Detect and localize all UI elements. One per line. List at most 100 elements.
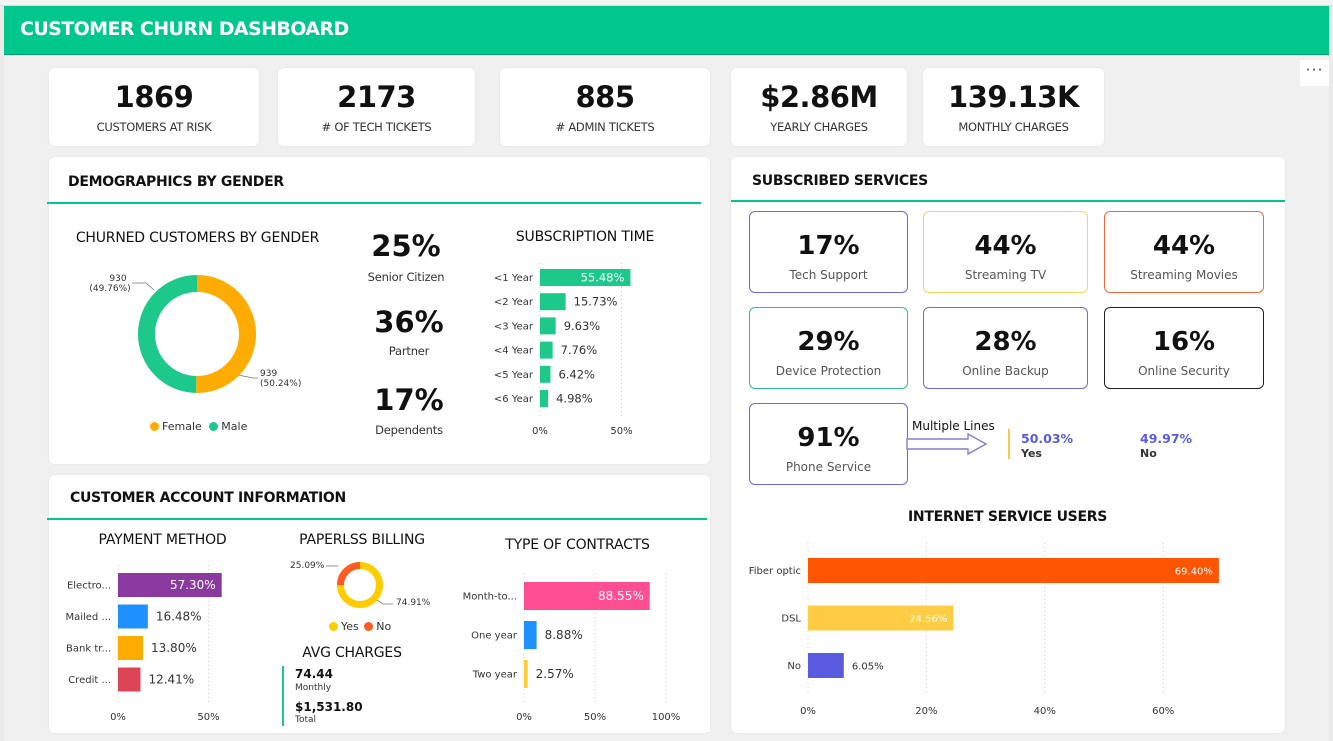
tile-value: 28% xyxy=(974,327,1037,357)
category-label: <4 Year xyxy=(494,346,534,357)
contracts-bar-chart: Month-to... 88.55% One year 8.88% Two year 2.… xyxy=(463,573,681,723)
tile-value: 44% xyxy=(974,231,1037,261)
streaming-tv-tile: 44% Streaming TV xyxy=(923,211,1088,293)
kpi-label: YEARLY CHARGES xyxy=(770,120,868,134)
axis-tick-label: 20% xyxy=(915,706,937,717)
data-label: 24.56% xyxy=(909,614,947,625)
kpi-yearly-charges: $2.86M YEARLY CHARGES xyxy=(731,68,907,146)
bar xyxy=(524,621,537,649)
axis-tick-label: 50% xyxy=(610,426,632,437)
online-security-tile: 16% Online Security xyxy=(1104,307,1264,389)
kpi-value: 139.13K xyxy=(948,80,1079,114)
section-divider xyxy=(731,200,1285,202)
kpi-label: MONTHLY CHARGES xyxy=(958,120,1069,134)
page-title: CUSTOMER CHURN DASHBOARD xyxy=(20,18,349,40)
data-label: 9.63% xyxy=(564,319,601,333)
axis-tick-label: 60% xyxy=(1152,706,1174,717)
bar xyxy=(524,660,528,688)
data-label: 2.57% xyxy=(536,667,574,681)
category-label: <1 Year xyxy=(494,273,534,284)
demographics-title: DEMOGRAPHICS BY GENDER xyxy=(68,174,284,190)
data-label: 15.73% xyxy=(574,295,618,309)
axis-tick-label: 0% xyxy=(110,712,126,723)
internet-title: INTERNET SERVICE USERS xyxy=(908,509,1107,525)
female-leader-line xyxy=(237,374,258,379)
kpi-label: CUSTOMERS AT RISK xyxy=(96,120,212,134)
paperless-donut-chart: 25.09% 74.91% xyxy=(290,561,431,608)
category-label: Bank tr... xyxy=(66,644,111,655)
category-label: One year xyxy=(471,631,518,642)
ml-yes-label: Yes xyxy=(1021,447,1042,460)
paperless-no-pct: 25.09% xyxy=(290,561,325,571)
tile-value: 91% xyxy=(797,423,860,453)
bar xyxy=(540,365,551,383)
data-label: 13.80% xyxy=(151,641,197,655)
axis-tick-label: 100% xyxy=(652,712,681,723)
online-backup-tile: 28% Online Backup xyxy=(923,307,1088,389)
kpi-monthly-charges: 139.13K MONTHLY CHARGES xyxy=(923,68,1104,146)
phone-service-tile: 91% Phone Service xyxy=(749,403,908,485)
female-pct-label: (50.24%) xyxy=(260,379,301,389)
payment-bar-chart: Electro... 57.30% Mailed ... 16.48% Bank tr.… xyxy=(65,565,222,723)
category-label: <2 Year xyxy=(494,297,534,308)
subscription-title: SUBSCRIPTION TIME xyxy=(515,229,655,245)
bar xyxy=(808,558,1219,583)
payment-title: PAYMENT METHOD xyxy=(98,532,227,548)
axis-tick-label: 0% xyxy=(516,712,532,723)
category-label: Two year xyxy=(472,670,518,681)
avg-monthly-label: Monthly xyxy=(295,683,332,693)
category-label: Month-to... xyxy=(463,592,517,603)
arrow-right-icon xyxy=(906,433,988,456)
category-label: Fiber optic xyxy=(749,566,801,577)
senior-citizen-value: 25% xyxy=(371,229,441,263)
category-label: DSL xyxy=(781,614,801,625)
bar xyxy=(118,667,141,692)
kpi-value: $2.86M xyxy=(760,80,878,114)
kpi-customers-at-risk: 1869 CUSTOMERS AT RISK xyxy=(49,68,259,146)
category-label: No xyxy=(787,661,801,672)
account-title: CUSTOMER ACCOUNT INFORMATION xyxy=(70,490,346,506)
tile-value: 17% xyxy=(797,231,860,261)
services-title: SUBSCRIBED SERVICES xyxy=(752,173,928,189)
section-divider xyxy=(47,202,701,204)
more-options-icon[interactable]: ··· xyxy=(1300,60,1329,86)
bar xyxy=(540,341,553,359)
avg-charges-accent-bar xyxy=(282,666,284,726)
kpi-label: # ADMIN TICKETS xyxy=(555,120,655,134)
header-bar: CUSTOMER CHURN DASHBOARD xyxy=(4,6,1329,55)
paperless-title: PAPERLSS BILLING xyxy=(299,532,425,548)
kpi-value: 1869 xyxy=(114,80,194,114)
kpi-value: 2173 xyxy=(337,80,416,114)
male-count-label: 930 xyxy=(109,274,126,284)
axis-tick-label: 40% xyxy=(1034,706,1056,717)
tile-label: Streaming TV xyxy=(964,268,1047,282)
data-label: 57.30% xyxy=(170,578,216,592)
avg-total-value: $1,531.80 xyxy=(295,700,363,714)
paperless-yes-leader xyxy=(376,599,393,605)
legend-no: No xyxy=(376,620,392,633)
tile-label: Device Protection xyxy=(775,364,882,378)
tile-label: Phone Service xyxy=(785,460,872,474)
male-leader-line xyxy=(132,282,155,291)
axis-tick-label: 0% xyxy=(532,426,548,437)
tile-label: Online Backup xyxy=(962,364,1049,378)
kpi-admin-tickets: 885 # ADMIN TICKETS xyxy=(500,68,710,146)
data-label: 4.98% xyxy=(556,392,593,406)
data-label: 69.40% xyxy=(1175,567,1213,578)
paperless-yes-pct: 74.91% xyxy=(396,598,431,608)
tile-label: Online Security xyxy=(1138,364,1230,378)
partner-label: Partner xyxy=(388,344,430,358)
avg-monthly-value: 74.44 xyxy=(295,667,333,681)
ml-yes-value: 50.03% xyxy=(1021,431,1074,446)
kpi-label: # OF TECH TICKETS xyxy=(321,120,432,134)
internet-bar-chart: Fiber optic 69.40% DSL 24.56% No 6.05% 0% 20% 40… xyxy=(749,543,1219,717)
category-label: <3 Year xyxy=(494,321,534,332)
paperless-legend: Yes No xyxy=(329,620,391,633)
subscription-bar-chart: <1 Year 55.48% <2 Year 15.73% <3 Year 9.63% <4… xyxy=(494,263,633,437)
contracts-title: TYPE OF CONTRACTS xyxy=(505,537,650,553)
bar xyxy=(118,604,148,629)
tile-label: Tech Support xyxy=(789,268,868,282)
data-label: 6.05% xyxy=(852,662,884,673)
category-label: Electro... xyxy=(67,581,111,592)
tile-value: 16% xyxy=(1152,327,1216,357)
